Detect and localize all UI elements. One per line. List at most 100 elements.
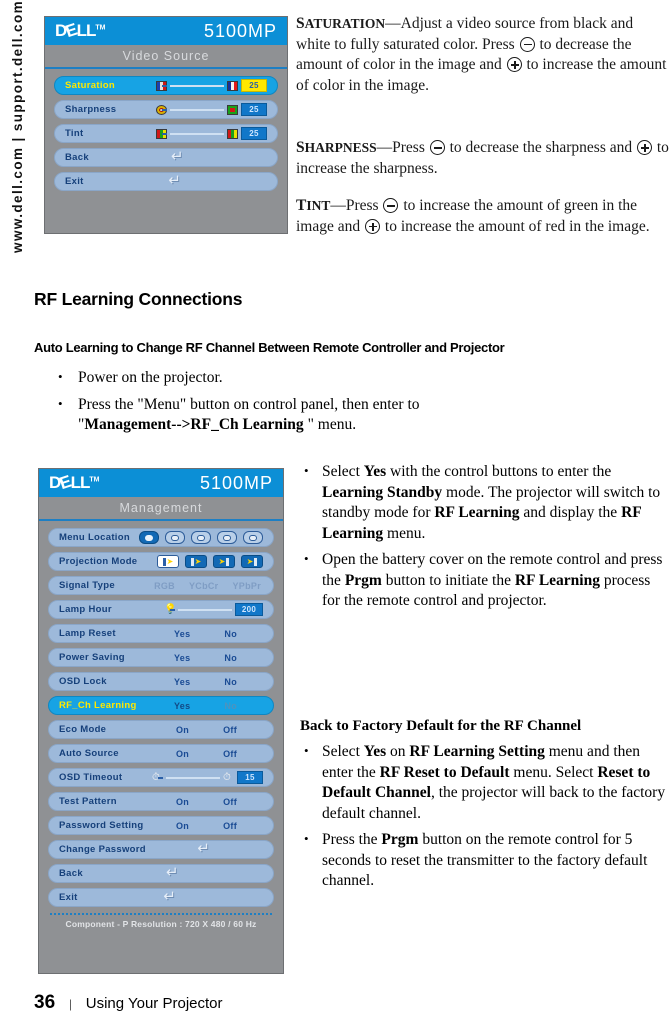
- osd-row-auto-source[interactable]: Auto Source On Off: [48, 744, 274, 763]
- projection-rear-ceiling-icon[interactable]: ➤: [241, 555, 263, 568]
- option-yes[interactable]: Yes: [174, 653, 190, 663]
- osd-row-osd-lock[interactable]: OSD Lock Yes No: [48, 672, 274, 691]
- osd-row-lamp-reset[interactable]: Lamp Reset Yes No: [48, 624, 274, 643]
- lamp-hour-value: 200: [235, 603, 263, 616]
- slider-track[interactable]: [162, 132, 224, 135]
- video-source-osd: DELLTM 5100MP Video Source Saturation 25…: [44, 16, 288, 234]
- saturation-slider[interactable]: 25: [156, 79, 267, 92]
- slider-track[interactable]: [162, 108, 224, 111]
- option-off[interactable]: Off: [223, 797, 237, 807]
- option-no[interactable]: No: [224, 629, 237, 639]
- power-saving-options[interactable]: Yes No: [174, 653, 237, 663]
- osd-row-label: Lamp Reset: [59, 628, 116, 639]
- saturation-high-icon: [227, 80, 238, 91]
- osd-row-exit[interactable]: Exit: [54, 171, 278, 191]
- slider-track[interactable]: [162, 84, 224, 87]
- plus-button-icon: [636, 140, 652, 155]
- slider-track[interactable]: [158, 776, 220, 779]
- lamp-reset-options[interactable]: Yes No: [174, 629, 237, 639]
- lamp-hour-slider[interactable]: 💡 200: [164, 603, 263, 616]
- osd-row-signal-type[interactable]: Signal Type RGB YCbCr YPbPr: [48, 576, 274, 595]
- option-yes[interactable]: Yes: [174, 677, 190, 687]
- password-setting-options[interactable]: On Off: [176, 821, 237, 831]
- plus-button-icon: [365, 218, 381, 234]
- option-off[interactable]: Off: [223, 749, 237, 759]
- page-footer: 36 | Using Your Projector: [34, 992, 223, 1014]
- tint-high-icon: [227, 128, 238, 139]
- stopwatch-high-icon: ⏱: [223, 771, 231, 783]
- eco-mode-options[interactable]: On Off: [176, 725, 237, 735]
- osd-row-label: Tint: [65, 128, 84, 139]
- option-no[interactable]: No: [224, 653, 237, 663]
- osd-row-menu-location[interactable]: Menu Location: [48, 528, 274, 547]
- osd-row-label: Power Saving: [59, 652, 125, 663]
- list-item: Power on the projector.: [46, 367, 506, 389]
- osd-row-label: Menu Location: [59, 532, 130, 543]
- osd-row-lamp-hour[interactable]: Lamp Hour 💡 200: [48, 600, 274, 619]
- return-arrow-icon: [171, 147, 185, 165]
- signal-type-option-ypbpr[interactable]: YPbPr: [232, 581, 261, 591]
- projection-mode-options[interactable]: ➤ ➤ ➤ ➤: [157, 555, 263, 568]
- option-on[interactable]: On: [176, 725, 189, 735]
- osd-row-back[interactable]: Back: [48, 863, 274, 883]
- rf-ch-learning-options[interactable]: Yes No: [174, 701, 237, 711]
- list-item: Open the battery cover on the remote con…: [300, 549, 668, 612]
- option-no[interactable]: No: [224, 677, 237, 687]
- osd-row-test-pattern[interactable]: Test Pattern On Off: [48, 792, 274, 811]
- osd-timeout-slider[interactable]: ⏱ ⏱ 15: [152, 771, 263, 784]
- menu-location-option-topleft-icon[interactable]: [165, 531, 185, 544]
- osd-timeout-value: 15: [237, 771, 263, 784]
- management-osd-title: Management: [39, 497, 283, 521]
- menu-location-option-bottomright-icon[interactable]: [243, 531, 263, 544]
- menu-location-option-bottomleft-icon[interactable]: [217, 531, 237, 544]
- osd-row-password-setting[interactable]: Password Setting On Off: [48, 816, 274, 835]
- video-osd-title: Video Source: [45, 45, 287, 69]
- menu-location-option-center-icon[interactable]: [139, 531, 159, 544]
- option-on[interactable]: On: [176, 749, 189, 759]
- osd-row-label: OSD Lock: [59, 676, 107, 687]
- dell-logo: DELLTM: [49, 471, 100, 494]
- osd-row-label: Password Setting: [59, 820, 144, 831]
- list-item: Press the "Menu" button on control panel…: [46, 394, 506, 436]
- slider-track[interactable]: [170, 608, 232, 611]
- menu-location-options[interactable]: [139, 531, 263, 544]
- auto-source-options[interactable]: On Off: [176, 749, 237, 759]
- projection-rear-desktop-icon[interactable]: ➤: [185, 555, 207, 568]
- management-osd-header: DELLTM 5100MP: [39, 469, 283, 497]
- page-number: 36: [34, 992, 56, 1013]
- option-yes[interactable]: Yes: [174, 629, 190, 639]
- sharpness-slider[interactable]: 25: [156, 103, 267, 116]
- osd-row-back[interactable]: Back: [54, 147, 278, 167]
- option-on[interactable]: On: [176, 821, 189, 831]
- option-off[interactable]: Off: [223, 725, 237, 735]
- dell-trademark-icon: TM: [89, 476, 100, 484]
- test-pattern-options[interactable]: On Off: [176, 797, 237, 807]
- signal-type-options[interactable]: RGB YCbCr YPbPr: [154, 581, 261, 591]
- osd-row-tint[interactable]: Tint 25: [54, 124, 278, 143]
- osd-row-label: Back: [59, 868, 83, 879]
- osd-row-osd-timeout[interactable]: OSD Timeout ⏱ ⏱ 15: [48, 768, 274, 787]
- osd-row-projection-mode[interactable]: Projection Mode ➤ ➤ ➤ ➤: [48, 552, 274, 571]
- osd-row-rf-ch-learning[interactable]: RF_Ch Learning Yes No: [48, 696, 274, 715]
- projection-front-ceiling-icon[interactable]: ➤: [213, 555, 235, 568]
- menu-location-option-topright-icon[interactable]: [191, 531, 211, 544]
- osd-row-power-saving[interactable]: Power Saving Yes No: [48, 648, 274, 667]
- signal-type-option-ycbcr[interactable]: YCbCr: [189, 581, 219, 591]
- osd-row-sharpness[interactable]: Sharpness 25: [54, 100, 278, 119]
- projection-front-desktop-icon[interactable]: ➤: [157, 555, 179, 568]
- osd-row-eco-mode[interactable]: Eco Mode On Off: [48, 720, 274, 739]
- osd-row-exit[interactable]: Exit: [48, 887, 274, 907]
- saturation-value: 25: [241, 79, 267, 92]
- osd-row-saturation[interactable]: Saturation 25: [54, 76, 278, 95]
- option-no[interactable]: No: [224, 701, 237, 711]
- signal-type-option-rgb[interactable]: RGB: [154, 581, 175, 591]
- option-on[interactable]: On: [176, 797, 189, 807]
- option-off[interactable]: Off: [223, 821, 237, 831]
- option-yes[interactable]: Yes: [174, 701, 190, 711]
- list-item: Select Yes with the control buttons to e…: [300, 461, 668, 544]
- tint-slider[interactable]: 25: [156, 127, 267, 140]
- osd-lock-options[interactable]: Yes No: [174, 677, 237, 687]
- osd-row-change-password[interactable]: Change Password: [48, 839, 274, 859]
- dell-trademark-icon: TM: [95, 24, 106, 32]
- osd-row-label: Sharpness: [65, 104, 117, 115]
